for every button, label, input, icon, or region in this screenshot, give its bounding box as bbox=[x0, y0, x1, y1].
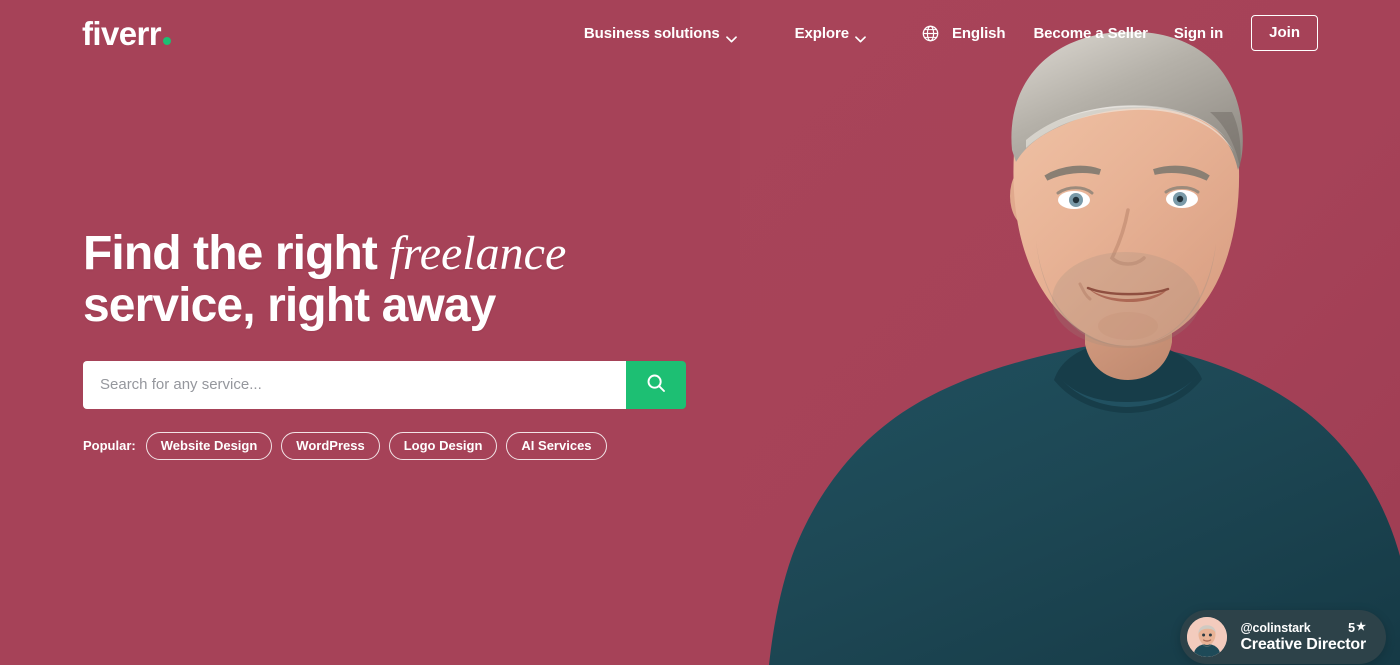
nav-sign-in-label: Sign in bbox=[1173, 24, 1224, 42]
nav-become-a-seller-label: Become a Seller bbox=[1033, 24, 1148, 42]
hero-content: Find the right freelance service, right a… bbox=[83, 228, 723, 461]
popular-tags-row: Popular: Website Design WordPress Logo D… bbox=[83, 431, 723, 461]
page-title: Find the right freelance service, right a… bbox=[83, 228, 723, 332]
nav-sign-in[interactable]: Sign in bbox=[1174, 19, 1223, 48]
profile-top-row: @colinstark 5 ★ bbox=[1240, 621, 1366, 635]
profile-title: Creative Director bbox=[1240, 635, 1366, 653]
hero-photo bbox=[740, 0, 1400, 665]
headline-part-2: service, right away bbox=[83, 278, 496, 332]
search-button[interactable] bbox=[626, 360, 686, 409]
nav-business-solutions-label: Business solutions bbox=[583, 24, 720, 42]
seller-profile-card[interactable]: @colinstark 5 ★ Creative Director bbox=[1180, 610, 1386, 664]
profile-text-group: @colinstark 5 ★ Creative Director bbox=[1240, 621, 1366, 654]
search-input[interactable] bbox=[83, 360, 626, 409]
profile-rating-value: 5 bbox=[1348, 620, 1356, 635]
profile-handle: @colinstark bbox=[1240, 620, 1311, 635]
search-bar bbox=[83, 360, 686, 409]
popular-tag-website-design[interactable]: Website Design bbox=[145, 431, 273, 461]
top-navigation: fiverr Business solutions Explore Englis… bbox=[0, 0, 1400, 66]
fiverr-logo[interactable]: fiverr bbox=[82, 17, 171, 50]
status-badge: 5 ★ bbox=[1348, 621, 1366, 635]
nav-language-label: English bbox=[951, 24, 1006, 42]
search-icon bbox=[646, 373, 666, 396]
popular-label: Popular: bbox=[83, 438, 136, 454]
nav-explore-label: Explore bbox=[794, 24, 849, 42]
nav-business-solutions[interactable]: Business solutions bbox=[584, 19, 737, 48]
headline-part-1: Find the right bbox=[83, 227, 390, 280]
nav-explore[interactable]: Explore bbox=[795, 19, 866, 48]
chevron-down-icon bbox=[725, 30, 737, 42]
dot-icon bbox=[162, 36, 171, 45]
nav-language-selector[interactable]: English bbox=[922, 19, 1006, 48]
popular-tag-wordpress[interactable]: WordPress bbox=[281, 431, 380, 461]
star-icon: ★ bbox=[1356, 621, 1366, 633]
popular-tag-ai-services[interactable]: AI Services bbox=[506, 431, 607, 461]
globe-icon bbox=[922, 25, 939, 42]
logo-text: fiverr bbox=[82, 14, 162, 52]
avatar bbox=[1187, 617, 1228, 657]
nav-right-group: Business solutions Explore English Becom… bbox=[584, 15, 1318, 51]
popular-tag-logo-design[interactable]: Logo Design bbox=[388, 431, 498, 461]
headline-italic-word: freelance bbox=[389, 227, 567, 280]
join-button[interactable]: Join bbox=[1251, 15, 1318, 51]
nav-become-a-seller[interactable]: Become a Seller bbox=[1033, 19, 1148, 48]
fiverr-homepage-hero: fiverr Business solutions Explore Englis… bbox=[0, 0, 1400, 665]
chevron-down-icon bbox=[855, 30, 866, 42]
